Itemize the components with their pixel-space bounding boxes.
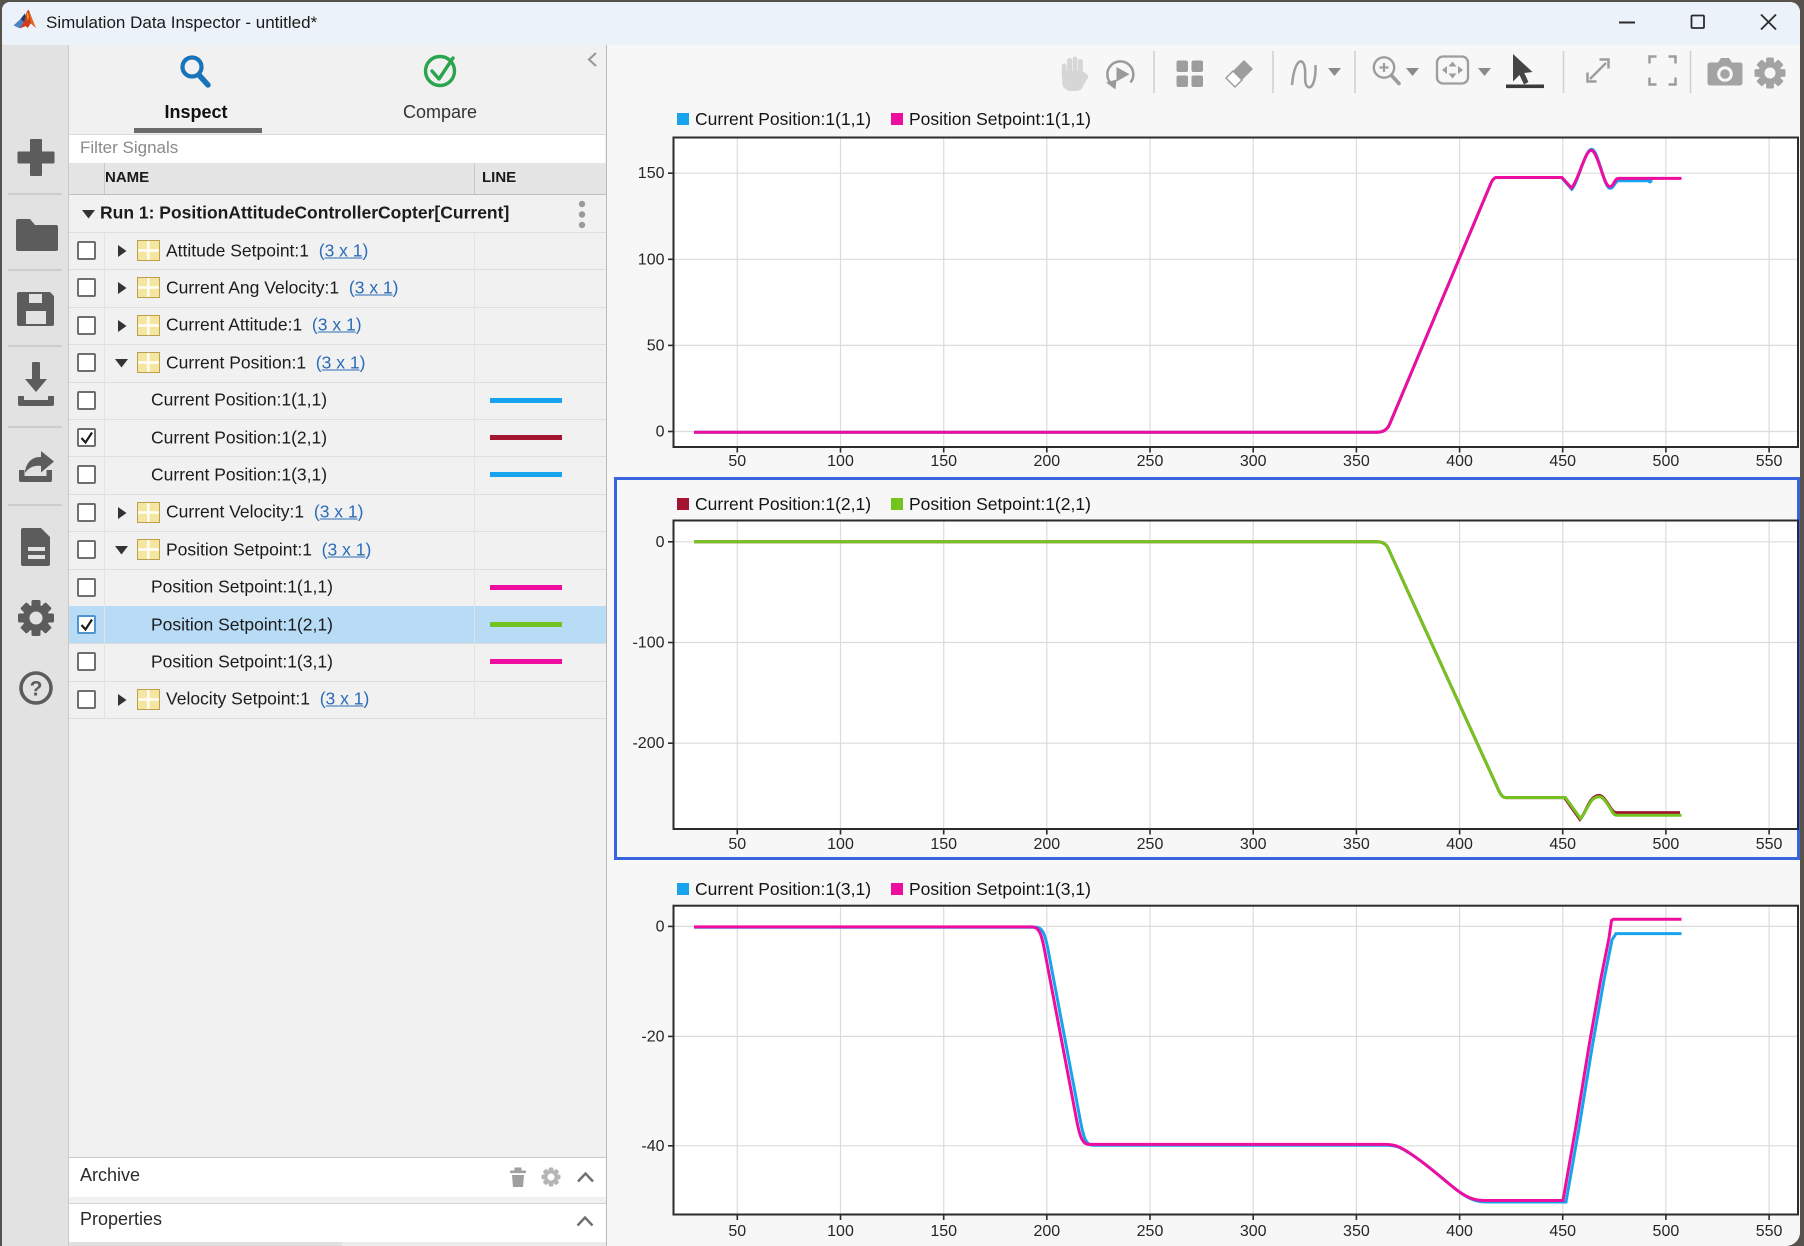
svg-text:550: 550 <box>1756 836 1783 853</box>
svg-text:250: 250 <box>1137 836 1164 853</box>
svg-text:-200: -200 <box>632 735 664 752</box>
svg-text:450: 450 <box>1549 836 1576 853</box>
svg-text:50: 50 <box>728 836 746 853</box>
svg-text:200: 200 <box>1033 836 1060 853</box>
svg-text:400: 400 <box>1446 836 1473 853</box>
svg-text:0: 0 <box>656 534 665 551</box>
svg-text:300: 300 <box>1240 453 1267 470</box>
svg-text:250: 250 <box>1137 1223 1164 1240</box>
svg-text:150: 150 <box>930 453 957 470</box>
svg-text:100: 100 <box>827 1223 854 1240</box>
svg-text:350: 350 <box>1343 836 1370 853</box>
svg-text:-100: -100 <box>632 635 664 652</box>
svg-text:150: 150 <box>930 1223 957 1240</box>
svg-text:-40: -40 <box>641 1138 664 1155</box>
svg-text:350: 350 <box>1343 453 1370 470</box>
svg-text:50: 50 <box>728 1223 746 1240</box>
svg-text:100: 100 <box>827 836 854 853</box>
svg-text:?: ? <box>30 678 43 701</box>
svg-text:500: 500 <box>1653 453 1680 470</box>
svg-text:-20: -20 <box>641 1028 664 1045</box>
svg-text:450: 450 <box>1549 453 1576 470</box>
svg-text:250: 250 <box>1137 453 1164 470</box>
svg-text:450: 450 <box>1549 1223 1576 1240</box>
svg-text:400: 400 <box>1446 453 1473 470</box>
svg-text:200: 200 <box>1033 453 1060 470</box>
svg-text:500: 500 <box>1653 836 1680 853</box>
svg-text:150: 150 <box>638 165 665 182</box>
svg-text:500: 500 <box>1653 1223 1680 1240</box>
svg-text:300: 300 <box>1240 836 1267 853</box>
svg-text:350: 350 <box>1343 1223 1370 1240</box>
svg-text:300: 300 <box>1240 1223 1267 1240</box>
svg-text:550: 550 <box>1756 453 1783 470</box>
svg-text:0: 0 <box>656 424 665 441</box>
svg-text:100: 100 <box>638 251 665 268</box>
svg-text:550: 550 <box>1756 1223 1783 1240</box>
svg-text:50: 50 <box>728 453 746 470</box>
svg-text:50: 50 <box>647 337 665 354</box>
svg-text:200: 200 <box>1033 1223 1060 1240</box>
svg-text:400: 400 <box>1446 1223 1473 1240</box>
svg-text:0: 0 <box>656 918 665 935</box>
svg-text:100: 100 <box>827 453 854 470</box>
svg-text:150: 150 <box>930 836 957 853</box>
